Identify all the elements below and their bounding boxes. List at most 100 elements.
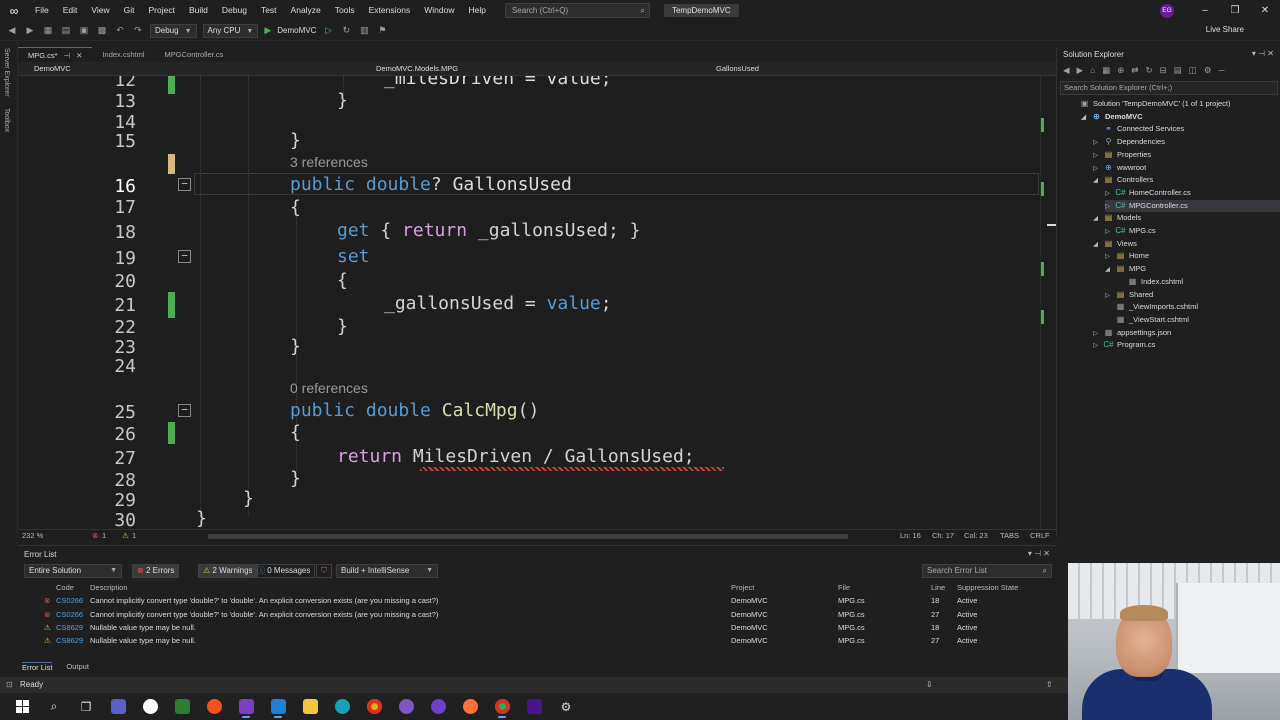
tab-output[interactable]: Output	[66, 662, 89, 672]
teams-icon[interactable]	[102, 693, 134, 720]
menu-test[interactable]: Test	[254, 0, 284, 21]
nav-project-dropdown[interactable]: DemoMVC	[22, 63, 71, 75]
windows-start-icon[interactable]	[6, 693, 38, 720]
error-count-icon[interactable]: ⊗	[92, 531, 98, 540]
server-explorer-tab[interactable]: Server Explorer	[3, 48, 10, 97]
solution-configuration-select[interactable]: Debug ▼	[150, 23, 197, 38]
menu-help[interactable]: Help	[461, 0, 492, 21]
show-all-files-icon[interactable]: ▤	[1174, 65, 1182, 79]
app-icon[interactable]	[518, 693, 550, 720]
tree-item[interactable]: ▷ ▤ Properties	[1093, 149, 1280, 161]
bookmark-icon[interactable]: ⚑	[376, 25, 388, 36]
tree-item[interactable]: ▷ C# Program.cs	[1093, 339, 1280, 351]
tab-error-list[interactable]: Error List	[22, 662, 53, 672]
notifications-icon[interactable]: ⇧	[1046, 680, 1053, 689]
expand-chevron-icon[interactable]: ▷	[1105, 188, 1115, 200]
menu-file[interactable]: File	[28, 0, 56, 21]
menu-tools[interactable]: Tools	[328, 0, 362, 21]
expand-chevron-icon[interactable]: ▷	[1105, 251, 1115, 263]
edge-icon[interactable]	[326, 693, 358, 720]
warnings-filter-button[interactable]: ⚠ 2 Warnings	[198, 564, 258, 578]
save-all-icon[interactable]: ▩	[96, 25, 108, 36]
zoom-level[interactable]: 232 %	[22, 531, 43, 540]
save-icon[interactable]: ▣	[78, 25, 90, 36]
column-header-file[interactable]: File	[838, 581, 850, 594]
back-icon[interactable]: ◀	[1063, 65, 1070, 79]
home-icon[interactable]: ⌂	[1090, 65, 1095, 79]
properties-icon[interactable]: ⚙	[1204, 65, 1212, 79]
nav-type-dropdown[interactable]: DemoMVC.Models.MPG	[364, 63, 458, 75]
column-header-code[interactable]: Code	[56, 581, 74, 594]
tree-item[interactable]: ▷ ▤ Shared	[1105, 289, 1280, 301]
more-icon[interactable]: ─	[1218, 65, 1224, 79]
code-lens-references[interactable]: 0 references	[290, 380, 368, 396]
tree-item[interactable]: ▷ ▦ appsettings.json	[1093, 327, 1280, 339]
menu-git[interactable]: Git	[117, 0, 142, 21]
line-ending-indicator[interactable]: CRLF	[1030, 531, 1050, 540]
collapse-region-icon[interactable]: −	[178, 250, 191, 263]
app-icon[interactable]	[390, 693, 422, 720]
expand-chevron-icon[interactable]: ▷	[1093, 328, 1103, 340]
tree-item[interactable]: ◢ ▤ Views	[1093, 238, 1280, 250]
expand-chevron-icon[interactable]: ◢	[1105, 264, 1115, 276]
code-editor[interactable]: − − − 12 13 14 15 16 17 18 19 20 21 22 2…	[18, 76, 1040, 529]
menu-build[interactable]: Build	[182, 0, 215, 21]
column-indicator[interactable]: Col: 23	[964, 531, 988, 540]
tree-item[interactable]: ▦ _ViewStart.cshtml	[1105, 314, 1280, 326]
minimize-icon[interactable]: –	[1190, 5, 1220, 16]
global-search-input[interactable]: Search (Ctrl+Q) ⌕	[504, 3, 650, 18]
firefox-icon[interactable]	[454, 693, 486, 720]
expand-chevron-icon[interactable]: ◢	[1093, 175, 1103, 187]
expand-chevron-icon[interactable]: ▷	[1093, 340, 1103, 352]
preview-icon[interactable]: ◫	[1189, 65, 1197, 79]
sync-icon[interactable]: ⇄	[1131, 65, 1138, 79]
tree-item[interactable]: ▷ ▤ Home	[1105, 250, 1280, 262]
file-explorer-icon[interactable]	[294, 693, 326, 720]
expand-chevron-icon[interactable]: ▷	[1105, 201, 1115, 213]
nav-member-dropdown[interactable]: GallonsUsed	[704, 63, 759, 75]
expand-chevron-icon[interactable]: ▷	[1105, 290, 1115, 302]
app-icon[interactable]	[198, 693, 230, 720]
collapse-region-icon[interactable]: −	[178, 404, 191, 417]
restore-icon[interactable]: ❐	[1220, 5, 1250, 16]
tree-item[interactable]: ◢ ⊕ DemoMVC	[1081, 111, 1280, 123]
live-share-button[interactable]: Live Share	[1206, 25, 1244, 34]
hot-reload-icon[interactable]: ↻	[340, 25, 352, 36]
tree-item[interactable]: ▦ _ViewImports.cshtml	[1105, 301, 1280, 313]
expand-chevron-icon[interactable]: ▷	[1093, 137, 1103, 149]
build-filter-select[interactable]: Build + IntelliSense ▼	[336, 564, 438, 578]
panel-options-icon[interactable]: ▾ ⊣ ✕	[1028, 549, 1050, 558]
expand-chevron-icon[interactable]: ▷	[1093, 163, 1103, 175]
tab-mpgcontroller-cs[interactable]: MPGController.cs	[155, 47, 234, 62]
app-icon[interactable]	[134, 693, 166, 720]
panel-options-icon[interactable]: ▾ ⊣ ✕	[1252, 49, 1274, 58]
menu-project[interactable]: Project	[142, 0, 182, 21]
editor-horizontal-scrollbar[interactable]	[208, 534, 848, 539]
tree-item[interactable]: ▷ C# MPG.cs	[1105, 225, 1280, 237]
column-header-suppression[interactable]: Suppression State	[957, 581, 1018, 594]
code-lens-references[interactable]: 3 references	[290, 154, 368, 170]
column-header-line[interactable]: Line	[931, 581, 945, 594]
tree-item[interactable]: ▷ ⚲ Dependencies	[1093, 136, 1280, 148]
menu-view[interactable]: View	[84, 0, 116, 21]
pin-icon[interactable]: ⊣	[64, 51, 71, 60]
close-icon[interactable]: ✕	[76, 51, 82, 60]
table-row[interactable]: ⊗ CS0266 Cannot implicitly convert type 'd…	[22, 594, 1052, 607]
visual-studio-icon[interactable]	[230, 693, 262, 720]
redo-icon[interactable]: ↷	[132, 25, 144, 36]
tree-item[interactable]: ▦ Index.cshtml	[1117, 276, 1280, 288]
column-header-description[interactable]: Description	[90, 581, 128, 594]
expand-chevron-icon[interactable]: ◢	[1093, 239, 1103, 251]
error-code[interactable]: CS0266	[56, 608, 83, 621]
expand-chevron-icon[interactable]: ◢	[1093, 213, 1103, 225]
line-indicator[interactable]: Ln: 16	[900, 531, 921, 540]
column-header-project[interactable]: Project	[731, 581, 754, 594]
expand-chevron-icon[interactable]: ▷	[1105, 226, 1115, 238]
tabs-indicator[interactable]: TABS	[1000, 531, 1019, 540]
warning-count-icon[interactable]: ⚠	[122, 531, 129, 540]
settings-icon[interactable]: ⚙	[550, 693, 582, 720]
char-indicator[interactable]: Ch: 17	[932, 531, 954, 540]
menu-debug[interactable]: Debug	[215, 0, 254, 21]
refresh-icon[interactable]: ↻	[1146, 65, 1153, 79]
solution-platform-select[interactable]: Any CPU ▼	[202, 23, 259, 38]
